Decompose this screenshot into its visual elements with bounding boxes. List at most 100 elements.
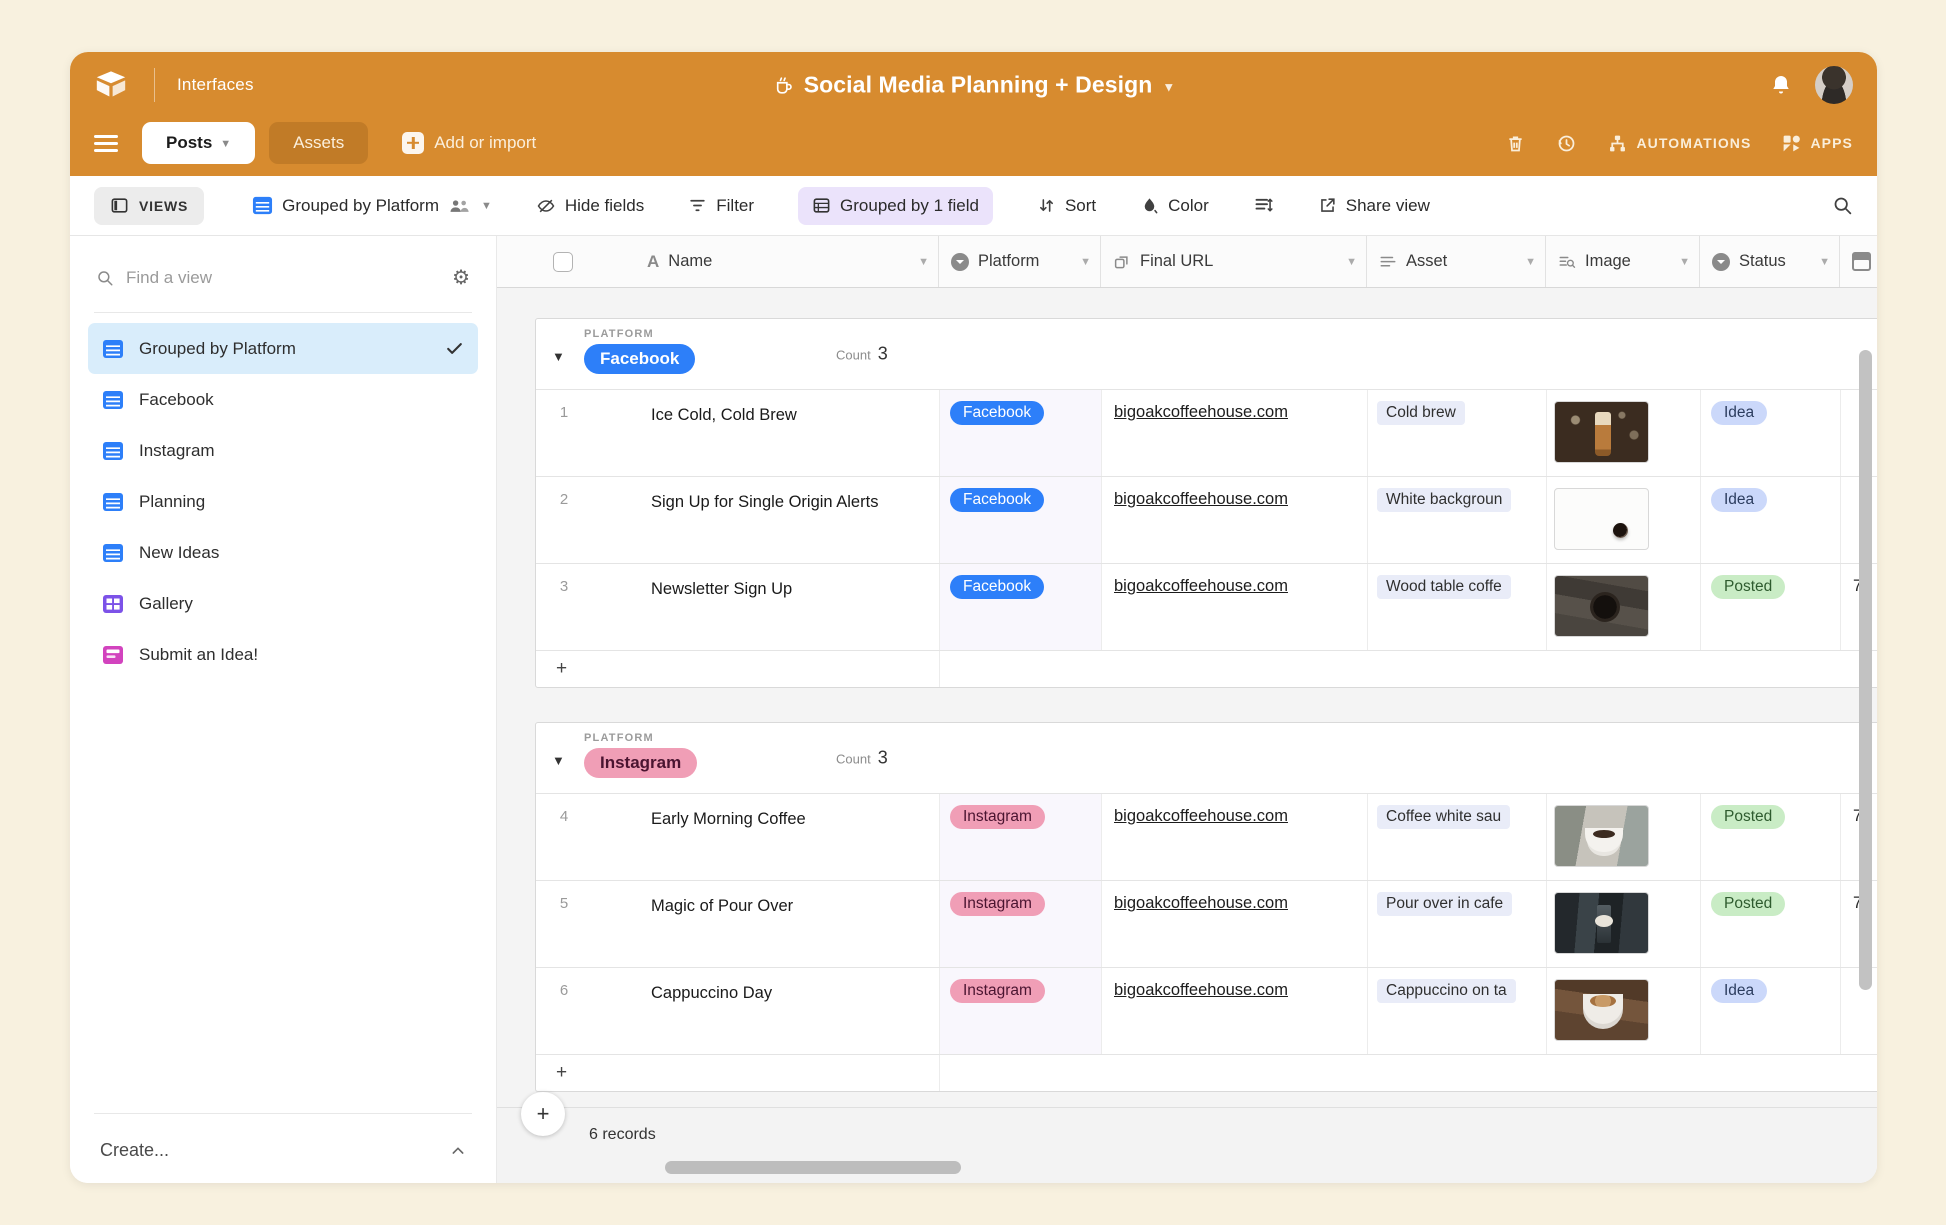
menu-hamburger-icon[interactable] <box>94 135 118 152</box>
cell-platform[interactable]: Instagram <box>939 881 1101 967</box>
url-link[interactable]: bigoakcoffeehouse.com <box>1114 807 1288 826</box>
column-caret-icon[interactable]: ▼ <box>1080 256 1091 268</box>
wood-table-photo[interactable] <box>1554 575 1649 637</box>
filter-button[interactable]: Filter <box>688 196 754 216</box>
airtable-logo-icon[interactable] <box>94 70 128 100</box>
column-header-platform[interactable]: Platform ▼ <box>938 236 1100 287</box>
chevron-up-icon[interactable] <box>450 1143 466 1159</box>
horizontal-scrollbar[interactable] <box>665 1161 961 1174</box>
add-record-button[interactable]: + <box>521 1092 565 1136</box>
cell-status[interactable]: Idea <box>1700 390 1840 476</box>
views-toggle-button[interactable]: VIEWS <box>94 187 204 225</box>
cell-platform[interactable]: Instagram <box>939 794 1101 880</box>
cell-name[interactable]: 2 Sign Up for Single Origin Alerts <box>536 477 939 563</box>
cell-asset[interactable]: Cold brew <box>1367 390 1546 476</box>
column-caret-icon[interactable]: ▼ <box>1819 256 1830 268</box>
sidebar-item-planning[interactable]: Planning <box>88 476 478 527</box>
cell-image[interactable] <box>1546 794 1700 880</box>
group-button[interactable]: Grouped by 1 field <box>798 187 993 225</box>
cell-asset[interactable]: White backgroun <box>1367 477 1546 563</box>
cell-asset[interactable]: Coffee white sau <box>1367 794 1546 880</box>
cell-asset[interactable]: Pour over in cafe <box>1367 881 1546 967</box>
create-view-button[interactable]: Create... <box>70 1124 496 1169</box>
column-caret-icon[interactable]: ▼ <box>1679 256 1690 268</box>
cell-asset[interactable]: Wood table coffe <box>1367 564 1546 650</box>
table-row[interactable]: 1 Ice Cold, Cold Brew Facebook bigoakcof… <box>536 389 1877 476</box>
column-caret-icon[interactable]: ▼ <box>1525 256 1536 268</box>
column-caret-icon[interactable]: ▼ <box>1346 256 1357 268</box>
collapse-group-icon[interactable]: ▼ <box>552 349 565 364</box>
url-link[interactable]: bigoakcoffeehouse.com <box>1114 577 1288 596</box>
iced-coffee-photo[interactable] <box>1554 401 1649 463</box>
column-header-final-url[interactable]: Final URL ▼ <box>1100 236 1366 287</box>
sidebar-item-instagram[interactable]: Instagram <box>88 425 478 476</box>
cell-name[interactable]: 1 Ice Cold, Cold Brew <box>536 390 939 476</box>
cell-name[interactable]: 4 Early Morning Coffee <box>536 794 939 880</box>
cell-status[interactable]: Posted <box>1700 564 1840 650</box>
sidebar-item-gallery[interactable]: Gallery <box>88 578 478 629</box>
cell-status[interactable]: Posted <box>1700 881 1840 967</box>
tab-assets[interactable]: Assets <box>269 122 368 164</box>
add-record-row[interactable]: + <box>536 1054 1877 1091</box>
sidebar-item-facebook[interactable]: Facebook <box>88 374 478 425</box>
cell-asset[interactable]: Cappuccino on ta <box>1367 968 1546 1054</box>
find-view-input[interactable] <box>126 268 440 288</box>
tab-posts[interactable]: Posts ▼ <box>142 122 255 164</box>
cell-platform[interactable]: Facebook <box>939 564 1101 650</box>
notifications-bell-icon[interactable] <box>1769 73 1793 97</box>
interfaces-link[interactable]: Interfaces <box>177 75 254 95</box>
cell-status[interactable]: Idea <box>1700 968 1840 1054</box>
add-or-import-button[interactable]: Add or import <box>402 132 536 154</box>
url-link[interactable]: bigoakcoffeehouse.com <box>1114 894 1288 913</box>
white-cup-photo[interactable] <box>1554 488 1649 550</box>
cell-status[interactable]: Idea <box>1700 477 1840 563</box>
cell-platform[interactable]: Instagram <box>939 968 1101 1054</box>
sidebar-item-new-ideas[interactable]: New Ideas <box>88 527 478 578</box>
pour-over-photo[interactable] <box>1554 892 1649 954</box>
cell-name[interactable]: 5 Magic of Pour Over <box>536 881 939 967</box>
cell-image[interactable] <box>1546 881 1700 967</box>
sidebar-item-grouped-by-platform[interactable]: Grouped by Platform <box>88 323 478 374</box>
table-row[interactable]: 4 Early Morning Coffee Instagram bigoakc… <box>536 793 1877 880</box>
cell-final-url[interactable]: bigoakcoffeehouse.com <box>1101 477 1367 563</box>
column-caret-icon[interactable]: ▼ <box>918 256 929 268</box>
cell-final-url[interactable]: bigoakcoffeehouse.com <box>1101 564 1367 650</box>
add-record-row[interactable]: + <box>536 650 1877 687</box>
url-link[interactable]: bigoakcoffeehouse.com <box>1114 981 1288 1000</box>
cell-image[interactable] <box>1546 477 1700 563</box>
user-avatar[interactable] <box>1815 66 1853 104</box>
history-icon[interactable] <box>1556 133 1577 154</box>
cell-name[interactable]: 6 Cappuccino Day <box>536 968 939 1054</box>
column-header-status[interactable]: Status ▼ <box>1699 236 1839 287</box>
table-row[interactable]: 2 Sign Up for Single Origin Alerts Faceb… <box>536 476 1877 563</box>
cell-final-url[interactable]: bigoakcoffeehouse.com <box>1101 390 1367 476</box>
coffee-saucer-photo[interactable] <box>1554 805 1649 867</box>
base-title[interactable]: Social Media Planning + Design ▼ <box>772 72 1176 99</box>
sidebar-item-submit-an-idea[interactable]: Submit an Idea! <box>88 629 478 680</box>
automations-button[interactable]: AUTOMATIONS <box>1607 133 1751 154</box>
cell-platform[interactable]: Facebook <box>939 477 1101 563</box>
cell-image[interactable] <box>1546 564 1700 650</box>
hide-fields-button[interactable]: Hide fields <box>536 196 644 216</box>
current-view-switcher[interactable]: Grouped by Platform ▼ <box>252 195 492 216</box>
select-all-checkbox[interactable] <box>553 252 573 272</box>
cell-name[interactable]: 3 Newsletter Sign Up <box>536 564 939 650</box>
view-settings-gear-icon[interactable]: ⚙ <box>452 268 470 288</box>
cell-final-url[interactable]: bigoakcoffeehouse.com <box>1101 881 1367 967</box>
cell-image[interactable] <box>1546 968 1700 1054</box>
row-height-button[interactable] <box>1253 195 1274 216</box>
column-header-asset[interactable]: Asset ▼ <box>1366 236 1545 287</box>
url-link[interactable]: bigoakcoffeehouse.com <box>1114 490 1288 509</box>
cappuccino-photo[interactable] <box>1554 979 1649 1041</box>
table-row[interactable]: 3 Newsletter Sign Up Facebook bigoakcoff… <box>536 563 1877 650</box>
tab-caret-icon[interactable]: ▼ <box>220 138 231 150</box>
column-header-name[interactable]: A Name ▼ <box>497 236 938 287</box>
cell-status[interactable]: Posted <box>1700 794 1840 880</box>
cell-final-url[interactable]: bigoakcoffeehouse.com <box>1101 794 1367 880</box>
trash-icon[interactable] <box>1505 133 1526 154</box>
find-view-search[interactable]: ⚙ <box>70 258 496 298</box>
apps-button[interactable]: APPS <box>1781 133 1853 154</box>
color-button[interactable]: Color <box>1140 196 1209 216</box>
column-header-image[interactable]: Image ▼ <box>1545 236 1699 287</box>
cell-final-url[interactable]: bigoakcoffeehouse.com <box>1101 968 1367 1054</box>
